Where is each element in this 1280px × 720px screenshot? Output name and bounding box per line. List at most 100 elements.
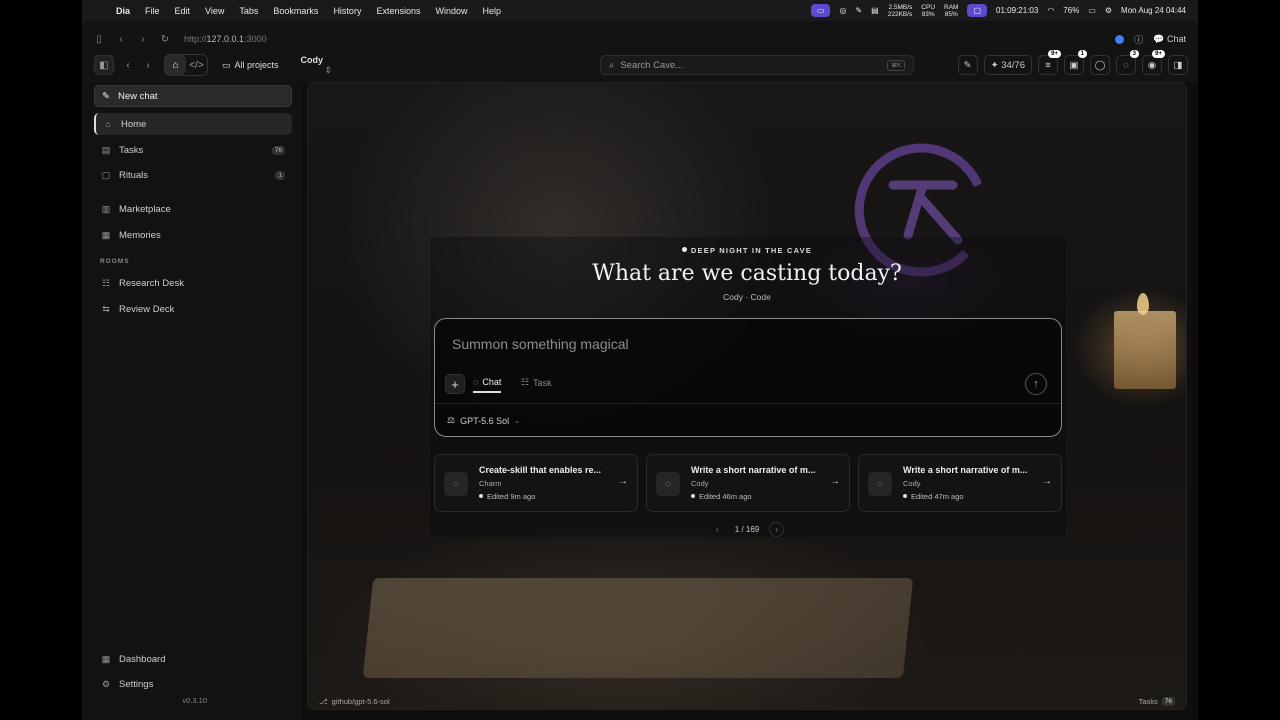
menu-tabs[interactable]: Tabs	[239, 6, 258, 16]
new-chat-icon: ✎	[102, 90, 110, 102]
control-center-icon[interactable]: ⚙	[1105, 6, 1112, 15]
feather-icon[interactable]: ✎	[855, 6, 862, 15]
branch-label[interactable]: github/gpt-5.6-sol	[332, 697, 390, 706]
forward-icon[interactable]: ›	[132, 34, 154, 45]
arrow-right-icon[interactable]: →	[830, 476, 840, 487]
notifications-button[interactable]: ◉ 9+	[1142, 50, 1165, 75]
status-footer: ⎇ github/gpt-5.6-sol Tasks 76	[307, 692, 1187, 710]
new-chat-button[interactable]: ✎ New chat	[94, 85, 292, 107]
compose-icon[interactable]: ✎	[957, 55, 978, 75]
battery-icon: ▭	[1088, 6, 1096, 15]
ram-stats: RAM 85%	[944, 3, 959, 18]
address-bar[interactable]: http://127.0.0.1:3000	[184, 34, 267, 44]
prompt-input[interactable]: Summon something magical	[452, 336, 629, 352]
app-toolbar: ◧ ‹ › ⌂ </> ▭ All projects Cody ⇕ ⌕ Sear…	[82, 50, 1198, 76]
footer-tasks[interactable]: Tasks 76	[1139, 696, 1175, 706]
menu-extensions[interactable]: Extensions	[376, 6, 420, 16]
prev-page-button[interactable]: ‹	[710, 522, 725, 537]
rituals-icon: ▢	[101, 169, 111, 180]
composer: Summon something magical + ◌ Chat ☷ Task…	[434, 318, 1062, 437]
sidebar-item-memories[interactable]: ▦ Memories	[94, 224, 292, 246]
recent-card[interactable]: ◌ Write a short narrative of m... Cody E…	[858, 454, 1062, 512]
tab-chat[interactable]: ◌ Chat	[473, 377, 502, 393]
info-icon[interactable]: ⓘ	[1134, 33, 1143, 46]
arrow-right-icon[interactable]: →	[618, 476, 628, 487]
chat-bubble-icon: ◌	[868, 472, 892, 496]
menu-app-name[interactable]: Dia	[116, 6, 130, 16]
card-title: Write a short narrative of m...	[691, 465, 816, 475]
code-icon[interactable]: </>	[186, 55, 207, 75]
pager: ‹ 1 / 169 ›	[308, 522, 1186, 537]
sidebar-toggle-icon[interactable]: ▯	[88, 34, 110, 45]
screen-record-icon[interactable]: ▭	[810, 4, 831, 17]
add-attachment-button[interactable]: +	[445, 374, 465, 394]
version-label: v0.3.10	[182, 696, 207, 705]
wifi-icon[interactable]: ◠	[1047, 6, 1054, 15]
sidebar-item-rituals[interactable]: ▢ Rituals 1	[94, 164, 292, 186]
sidebar: ✎ New chat ⌂ Home ▤ Tasks 76 ▢ Rituals 1…	[82, 82, 302, 720]
gear-icon: ⚙	[101, 678, 111, 689]
timer-readout[interactable]: 01:09:21:03	[996, 6, 1038, 15]
user-icon[interactable]: ◯	[1090, 55, 1110, 75]
chat-button[interactable]: 💬 Chat	[1153, 34, 1186, 45]
send-button[interactable]: ↑	[1025, 373, 1047, 395]
card-author: Cody	[691, 479, 709, 488]
inbox-badge: 1	[1077, 50, 1087, 58]
menu-file[interactable]: File	[145, 6, 160, 16]
main-panel: DEEP NIGHT IN THE CAVE What are we casti…	[307, 82, 1187, 710]
menu-bookmarks[interactable]: Bookmarks	[273, 6, 318, 16]
card-author: Cody	[903, 479, 921, 488]
keyboard-icon[interactable]: ▤	[871, 6, 879, 15]
filter-button[interactable]: ≡ 9+	[1038, 50, 1061, 75]
page-indicator: 1 / 169	[734, 525, 760, 534]
sidebar-item-label: Home	[121, 118, 147, 130]
sidebar-item-tasks[interactable]: ▤ Tasks 76	[94, 139, 292, 161]
audio-icon[interactable]: ◎	[839, 6, 846, 15]
hero-subline: Cody · Code	[723, 292, 771, 302]
tasks-icon: ▤	[101, 144, 111, 155]
sidebar-item-research-desk[interactable]: ☷ Research Desk	[94, 272, 292, 294]
progress-counter[interactable]: ✦ 34/76	[983, 55, 1032, 75]
recent-card[interactable]: ◌ Create-skill that enables re... Charm …	[434, 454, 638, 512]
recent-card[interactable]: ◌ Write a short narrative of m... Cody E…	[646, 454, 850, 512]
menu-help[interactable]: Help	[483, 6, 502, 16]
back-icon[interactable]: ‹	[110, 34, 132, 45]
review-icon: ⇆	[102, 303, 110, 314]
extension-icon[interactable]	[1115, 34, 1125, 44]
nav-forward-button[interactable]: ›	[138, 55, 158, 75]
menu-history[interactable]: History	[333, 6, 361, 16]
background-candle	[1114, 311, 1176, 389]
rooms-heading: ROOMS	[100, 258, 130, 265]
chat-icon[interactable]: ◌ 3	[1116, 50, 1139, 75]
model-selector[interactable]: GPT-5.6 Sol	[460, 416, 509, 426]
chevron-down-icon[interactable]: ⌄	[514, 417, 520, 425]
workspace-selector[interactable]: Cody ⇕	[301, 55, 357, 76]
reload-icon[interactable]: ↻	[154, 34, 176, 45]
project-selector[interactable]: ▭ All projects	[222, 60, 279, 71]
sidebar-item-marketplace[interactable]: ▥ Marketplace	[94, 198, 292, 220]
sidebar-item-review-deck[interactable]: ⇆ Review Deck	[94, 298, 292, 320]
menu-bar: Dia File Edit View Tabs Bookmarks Histor…	[82, 0, 1198, 21]
search-shortcut: ⌘K	[886, 59, 905, 71]
next-page-button[interactable]: ›	[769, 522, 785, 537]
window-switcher-icon[interactable]: ▢	[967, 4, 988, 17]
battery-percent[interactable]: 76%	[1063, 6, 1079, 15]
menu-edit[interactable]: Edit	[175, 6, 191, 16]
menu-window[interactable]: Window	[435, 6, 467, 16]
nav-back-button[interactable]: ‹	[118, 55, 138, 75]
inbox-button[interactable]: ▣ 1	[1064, 50, 1087, 75]
notifications-badge: 9+	[1152, 50, 1165, 58]
search-input[interactable]: ⌕ Search Cave... ⌘K	[600, 55, 914, 75]
sidebar-item-settings[interactable]: ⚙ Settings	[94, 673, 292, 695]
sidebar-item-dashboard[interactable]: ▦ Dashboard	[94, 648, 292, 670]
panel-toggle-button[interactable]: ◧	[94, 55, 114, 75]
clock[interactable]: Mon Aug 24 04:44	[1121, 6, 1186, 15]
sidebar-item-home[interactable]: ⌂ Home	[94, 113, 292, 135]
arrow-right-icon[interactable]: →	[1042, 476, 1052, 487]
menu-view[interactable]: View	[205, 6, 224, 16]
right-panel-icon[interactable]: ◨	[1168, 55, 1188, 75]
home-icon: ⌂	[105, 119, 111, 129]
card-author: Charm	[479, 479, 502, 488]
tab-task[interactable]: ☷ Task	[521, 377, 552, 388]
home-icon[interactable]: ⌂	[165, 55, 186, 75]
